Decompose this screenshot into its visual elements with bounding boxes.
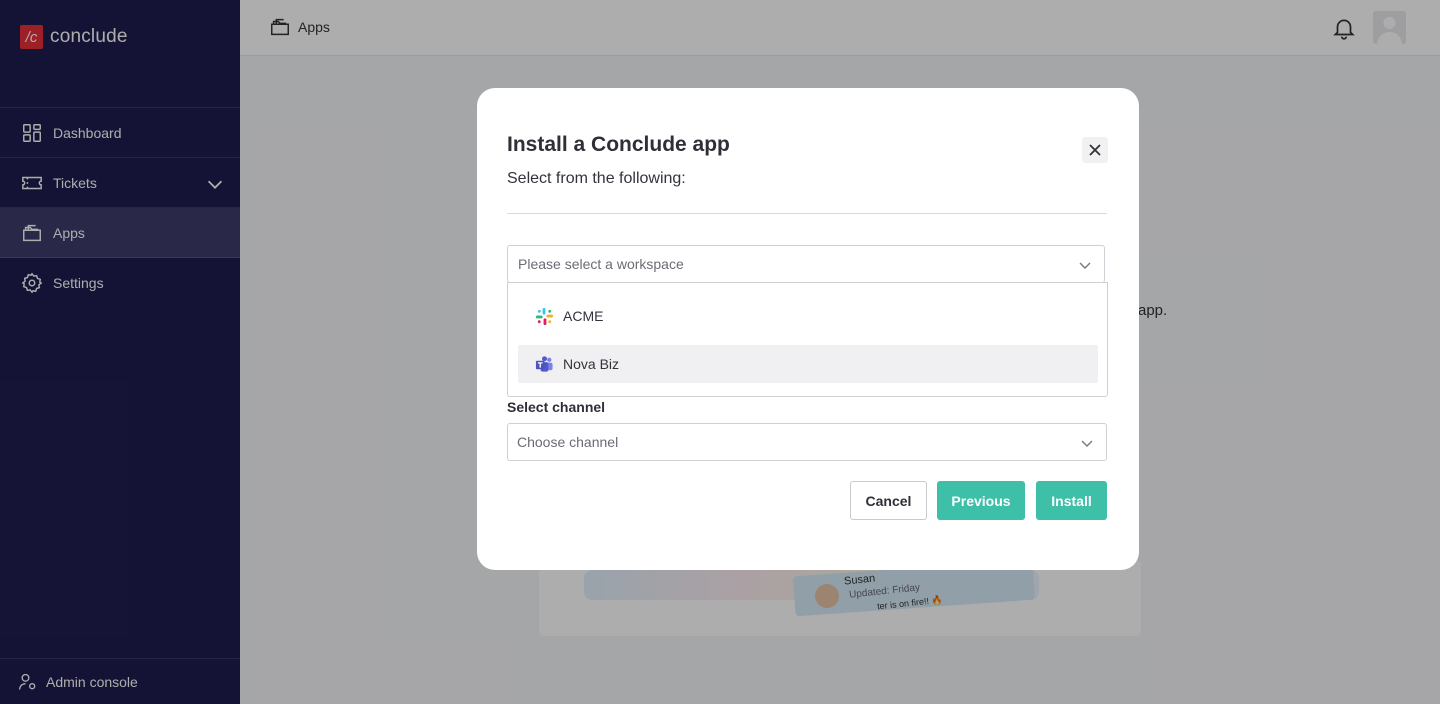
close-icon <box>1089 144 1101 156</box>
workspace-select[interactable]: Please select a workspace <box>507 245 1105 283</box>
channel-select-placeholder: Choose channel <box>517 434 619 450</box>
chevron-down-icon <box>1079 262 1091 269</box>
install-button[interactable]: Install <box>1036 481 1107 520</box>
workspace-option-acme[interactable]: ACME <box>518 297 1098 335</box>
workspace-select-placeholder: Please select a workspace <box>518 256 684 272</box>
workspace-option-label: Nova Biz <box>563 356 620 372</box>
workspace-option-label: ACME <box>563 308 604 324</box>
workspace-dropdown-menu: ACME Nova Biz <box>507 282 1108 397</box>
slack-icon <box>535 307 554 325</box>
install-app-modal: Install a Conclude app Select from the f… <box>477 88 1139 570</box>
divider <box>507 213 1107 214</box>
workspace-option-nova-biz[interactable]: Nova Biz <box>518 345 1098 383</box>
chevron-down-icon <box>1081 440 1093 447</box>
select-channel-label: Select channel <box>507 399 606 415</box>
teams-icon <box>535 355 553 372</box>
close-button[interactable] <box>1082 137 1108 163</box>
cancel-button[interactable]: Cancel <box>850 481 927 520</box>
previous-button[interactable]: Previous <box>937 481 1025 520</box>
modal-subtitle: Select from the following: <box>507 170 686 187</box>
channel-select[interactable]: Choose channel <box>507 423 1107 461</box>
modal-title: Install a Conclude app <box>507 133 730 156</box>
